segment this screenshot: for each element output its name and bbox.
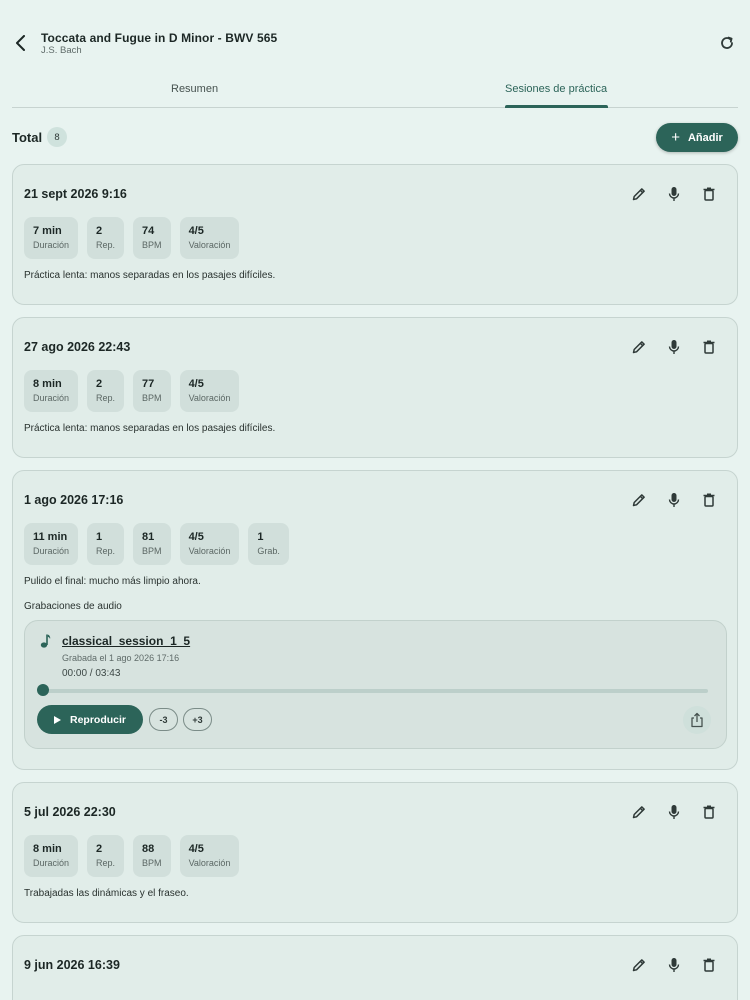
stat-rating: 4/5 Valoración bbox=[179, 370, 240, 412]
delete-icon[interactable] bbox=[699, 955, 719, 975]
stat-repetitions: 1 Rep. bbox=[87, 523, 125, 565]
delete-icon[interactable] bbox=[699, 802, 719, 822]
stat-duration: 11 min Duración bbox=[24, 523, 79, 565]
session-note: Trabajadas las dinámicas y el fraseo. bbox=[24, 888, 189, 899]
session-actions bbox=[629, 490, 719, 510]
delete-icon[interactable] bbox=[699, 337, 719, 357]
session-stats: 7 min Duración 2 Rep. 74 BPM 4/5 Valoración bbox=[24, 217, 240, 259]
play-button[interactable]: Reproducir bbox=[37, 705, 143, 734]
delete-icon[interactable] bbox=[699, 184, 719, 204]
session-card: 5 jul 2026 22:30 8 min Duración 2 Rep. 88 B… bbox=[12, 782, 738, 923]
page-title: Toccata and Fugue in D Minor - BWV 565 bbox=[41, 31, 278, 45]
session-actions bbox=[629, 802, 719, 822]
edit-icon[interactable] bbox=[629, 490, 649, 510]
plus-icon: + bbox=[671, 129, 680, 146]
page-subtitle: J.S. Bach bbox=[41, 45, 82, 56]
stat-repetitions: 2 Rep. bbox=[87, 835, 125, 877]
play-icon bbox=[53, 715, 61, 724]
session-date: 5 jul 2026 22:30 bbox=[24, 805, 116, 819]
tab-bar: Resumen Sesiones de práctica bbox=[12, 74, 738, 108]
tab-practice-sessions[interactable]: Sesiones de práctica bbox=[505, 83, 607, 95]
stat-rating: 4/5 Valoración bbox=[179, 523, 240, 565]
delete-icon[interactable] bbox=[699, 490, 719, 510]
playback-time: 00:00 / 03:43 bbox=[62, 668, 121, 679]
skip-forward-button[interactable]: +3 bbox=[183, 708, 212, 731]
stat-duration: 8 min Duración bbox=[24, 835, 79, 877]
total-label: Total bbox=[12, 130, 43, 145]
stat-repetitions: 2 Rep. bbox=[87, 217, 125, 259]
stat-bpm: 74 BPM bbox=[133, 217, 171, 259]
session-actions bbox=[629, 337, 719, 357]
recording-date: Grabada el 1 ago 2026 17:16 bbox=[62, 653, 180, 663]
recording-filename[interactable]: classical_session_1_5 bbox=[62, 634, 190, 648]
stat-duration: 8 min Duración bbox=[24, 370, 79, 412]
session-card: 21 sept 2026 9:16 7 min Duración 2 Rep. 74… bbox=[12, 164, 738, 305]
microphone-icon[interactable] bbox=[664, 802, 684, 822]
app-root: Toccata and Fugue in D Minor - BWV 565 J… bbox=[0, 0, 750, 1000]
session-card: 27 ago 2026 22:43 8 min Duración 2 Rep. 77… bbox=[12, 317, 738, 458]
session-stats: 8 min Duración 2 Rep. 88 BPM 4/5 Valoración bbox=[24, 835, 240, 877]
session-stats: 8 min Duración 2 Rep. 77 BPM 4/5 Valoración bbox=[24, 370, 240, 412]
session-actions bbox=[629, 184, 719, 204]
total-count-badge: 8 bbox=[47, 127, 67, 147]
session-stats: 11 min Duración 1 Rep. 81 BPM 4/5 Valoración… bbox=[24, 523, 289, 565]
music-note-icon bbox=[39, 633, 53, 649]
session-date: 21 sept 2026 9:16 bbox=[24, 187, 127, 201]
stat-bpm: 88 BPM bbox=[133, 835, 171, 877]
app-header: Toccata and Fugue in D Minor - BWV 565 J… bbox=[0, 0, 750, 80]
session-date: 1 ago 2026 17:16 bbox=[24, 493, 124, 507]
session-note: Práctica lenta: manos separadas en los p… bbox=[24, 270, 276, 281]
stat-duration: 7 min Duración bbox=[24, 217, 79, 259]
tab-summary[interactable]: Resumen bbox=[171, 83, 218, 95]
back-arrow-icon[interactable] bbox=[10, 32, 32, 54]
playback-track[interactable] bbox=[43, 689, 708, 693]
stat-rating: 4/5 Valoración bbox=[179, 835, 240, 877]
play-button-label: Reproducir bbox=[69, 713, 126, 726]
refresh-icon[interactable] bbox=[718, 34, 736, 52]
microphone-icon[interactable] bbox=[664, 490, 684, 510]
edit-icon[interactable] bbox=[629, 184, 649, 204]
session-card: 9 jun 2026 16:39 bbox=[12, 935, 738, 1000]
microphone-icon[interactable] bbox=[664, 955, 684, 975]
stat-rating: 4/5 Valoración bbox=[179, 217, 240, 259]
session-date: 9 jun 2026 16:39 bbox=[24, 958, 120, 972]
session-date: 27 ago 2026 22:43 bbox=[24, 340, 131, 354]
stat-repetitions: 2 Rep. bbox=[87, 370, 125, 412]
stat-recordings: 1 Grab. bbox=[248, 523, 289, 565]
stat-bpm: 81 BPM bbox=[133, 523, 171, 565]
session-actions bbox=[629, 955, 719, 975]
edit-icon[interactable] bbox=[629, 955, 649, 975]
skip-back-button[interactable]: -3 bbox=[149, 708, 178, 731]
edit-icon[interactable] bbox=[629, 337, 649, 357]
microphone-icon[interactable] bbox=[664, 337, 684, 357]
session-card: 1 ago 2026 17:16 11 min Duración 1 Rep. 81… bbox=[12, 470, 738, 770]
active-tab-indicator bbox=[505, 105, 608, 108]
add-button-label: Añadir bbox=[687, 131, 723, 144]
playback-slider-thumb[interactable] bbox=[37, 684, 49, 696]
microphone-icon[interactable] bbox=[664, 184, 684, 204]
audio-recording: classical_session_1_5 Grabada el 1 ago 2… bbox=[24, 620, 727, 749]
edit-icon[interactable] bbox=[629, 802, 649, 822]
add-session-button[interactable]: + Añadir bbox=[656, 123, 738, 152]
session-note: Práctica lenta: manos separadas en los p… bbox=[24, 423, 276, 434]
share-icon[interactable] bbox=[683, 706, 711, 734]
session-note: Pulido el final: mucho más limpio ahora. bbox=[24, 576, 201, 587]
stat-bpm: 77 BPM bbox=[133, 370, 171, 412]
recordings-heading: Grabaciones de audio bbox=[24, 601, 122, 612]
